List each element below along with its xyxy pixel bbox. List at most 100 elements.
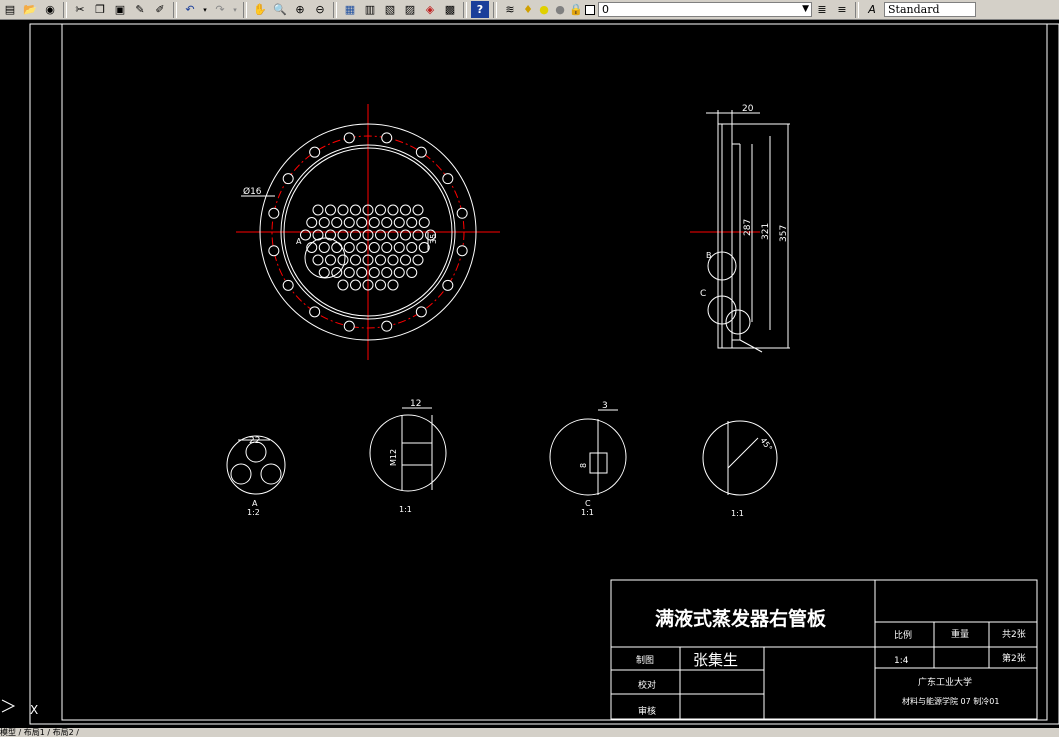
detail-b-scale: 1:1 <box>399 505 412 514</box>
tube-hole <box>350 204 361 216</box>
tube-hole <box>375 204 386 216</box>
toolbar-separator <box>243 1 247 18</box>
tube-hole <box>356 267 368 278</box>
m12-label: M12 <box>389 449 398 466</box>
bolt-hole <box>415 306 427 318</box>
tube-hole <box>381 242 393 253</box>
drawn-label: 制图 <box>636 654 654 666</box>
ucs-icon: X <box>1 699 38 717</box>
design-center-icon[interactable]: ▥ <box>361 1 379 18</box>
tube-hole <box>356 242 368 253</box>
tube-hole <box>406 242 418 253</box>
save-icon[interactable]: ◉ <box>41 1 59 18</box>
detail-c-outline <box>549 418 627 496</box>
undo-dropdown-icon[interactable]: ▾ <box>201 1 209 18</box>
tube-hole <box>393 217 405 228</box>
d22-label: 22 <box>249 436 260 446</box>
tube-hole <box>387 279 399 291</box>
zoom-window-icon[interactable]: ⊕ <box>291 1 309 18</box>
bolt-hole <box>343 132 355 144</box>
properties-icon[interactable]: ▦ <box>341 1 359 18</box>
tube-hole <box>337 254 349 266</box>
tube-hole <box>350 279 361 291</box>
detail-c-label: C <box>585 499 591 508</box>
markup-icon[interactable]: ◈ <box>421 1 439 18</box>
d287-label: 287 <box>743 219 753 236</box>
undo-icon[interactable]: ↶ <box>181 1 199 18</box>
text-style-icon[interactable]: A <box>863 1 881 18</box>
tube-hole <box>368 267 380 278</box>
toolbar-separator <box>493 1 497 18</box>
zoom-previous-icon[interactable]: ⊖ <box>311 1 329 18</box>
brush-icon[interactable]: ✎ <box>131 1 149 18</box>
detail-d-scale: 1:1 <box>731 509 744 518</box>
ucs-arrow-icon <box>1 699 16 713</box>
sun-icon[interactable]: ● <box>537 1 551 18</box>
bolt-hole <box>381 132 393 144</box>
inner-frame <box>61 23 1048 721</box>
open-icon[interactable]: 📂 <box>21 1 39 18</box>
tube-hole <box>393 242 405 253</box>
side-leader <box>739 339 763 353</box>
make-current-icon[interactable]: ≣ <box>813 1 831 18</box>
tube-hole <box>375 279 386 291</box>
detail-a-label: A <box>252 499 258 508</box>
bolt-hole <box>442 173 454 185</box>
layer-previous-icon[interactable]: ≡ <box>833 1 851 18</box>
layer-select[interactable]: 0 ▼ <box>598 2 812 17</box>
redo-dropdown-icon[interactable]: ▾ <box>231 1 239 18</box>
color-square-icon <box>585 1 595 18</box>
ratio-value: 1:4 <box>894 656 909 666</box>
d12-label: 12 <box>410 399 421 409</box>
pan-icon[interactable]: ✋ <box>251 1 269 18</box>
tube-hole <box>368 242 380 253</box>
zoom-realtime-icon[interactable]: 🔍 <box>271 1 289 18</box>
bolt-hole <box>282 173 294 185</box>
chevron-down-icon[interactable]: ▼ <box>802 4 809 14</box>
text-style-select[interactable]: Standard <box>884 2 976 17</box>
tube-hole <box>318 242 330 253</box>
layout-tabs-text[interactable]: 模型 / 布局1 / 布局2 / <box>0 728 79 737</box>
detail-b-thread <box>401 442 433 466</box>
tube-hole <box>387 204 399 216</box>
detail-d: 45° 1:1 <box>702 420 778 518</box>
layer-manager-icon[interactable]: ≋ <box>501 1 519 18</box>
new-icon[interactable]: ▤ <box>1 1 19 18</box>
calculator-icon[interactable]: ▩ <box>441 1 459 18</box>
copy-icon[interactable]: ❐ <box>91 1 109 18</box>
review-label: 审核 <box>638 705 656 717</box>
bolt-hole <box>309 306 321 318</box>
tube-hole <box>393 267 405 278</box>
bolt-hole <box>381 320 393 332</box>
bolt-hole <box>456 207 468 219</box>
detail-a-scale: 1:2 <box>247 508 260 517</box>
toolbar-separator <box>63 1 67 18</box>
tool-palette-icon[interactable]: ▧ <box>381 1 399 18</box>
tube-hole <box>318 217 330 228</box>
match-properties-icon[interactable]: ✐ <box>151 1 169 18</box>
sheet-set-icon[interactable]: ▨ <box>401 1 419 18</box>
toolbar-separator <box>463 1 467 18</box>
bolt-hole <box>282 279 294 291</box>
detail-b-outline <box>369 414 447 492</box>
d321-label: 321 <box>761 223 771 240</box>
toolbar-separator <box>173 1 177 18</box>
tube-hole <box>312 204 324 216</box>
freeze-icon[interactable]: ● <box>553 1 567 18</box>
side-label-b: B <box>706 251 712 260</box>
lock-icon[interactable]: 🔒 <box>569 1 583 18</box>
bulb-icon[interactable]: ♦ <box>521 1 535 18</box>
sheet-number: 第2张 <box>1002 652 1026 664</box>
redo-icon[interactable]: ↷ <box>211 1 229 18</box>
paste-icon[interactable]: ▣ <box>111 1 129 18</box>
d357-label: 357 <box>779 225 789 242</box>
layout-tabs[interactable]: 模型 / 布局1 / 布局2 / <box>0 728 1059 737</box>
help-icon[interactable]: ? <box>471 1 489 18</box>
drawing-svg: Ø16 A 35 20 287 321 357 B C 22 A 1:2 12 … <box>1 23 1059 725</box>
drawing-canvas[interactable]: Ø16 A 35 20 287 321 357 B C 22 A 1:2 12 … <box>0 21 1059 728</box>
ucs-x-icon: X <box>30 703 38 717</box>
text-style-select-value: Standard <box>888 3 940 16</box>
title-block: 满液式蒸发器右管板 比例 重量 共2张 1:4 第2张 制图 张集生 校对 审核… <box>610 579 1038 720</box>
cut-icon[interactable]: ✂ <box>71 1 89 18</box>
drawn-name: 张集生 <box>693 651 738 669</box>
